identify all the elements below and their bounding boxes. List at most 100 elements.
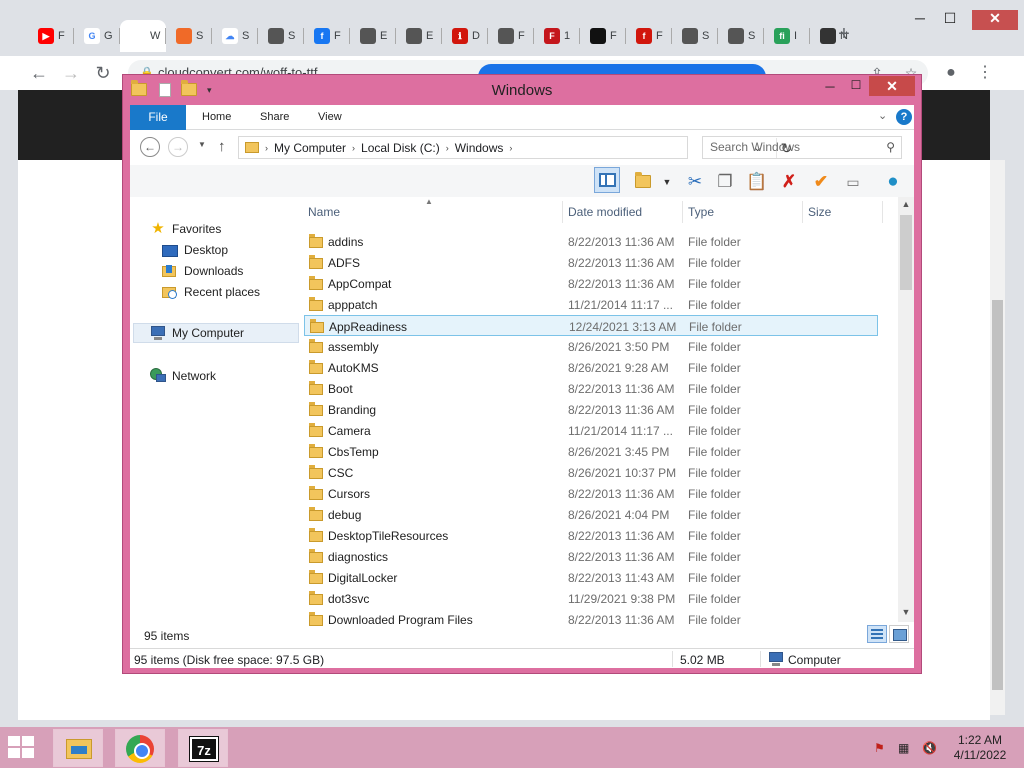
taskbar-clock[interactable]: 1:22 AM 4/11/2022 — [948, 733, 1012, 763]
forward-icon[interactable]: → — [58, 60, 84, 86]
copy-icon[interactable]: ❐ — [712, 169, 738, 195]
nav-favorites[interactable]: ★ Favorites — [150, 219, 221, 239]
browser-tab[interactable]: fF — [626, 20, 672, 52]
browser-tab[interactable]: E — [396, 20, 442, 52]
nav-downloads[interactable]: Downloads — [162, 261, 243, 281]
forward-button[interactable]: → — [168, 137, 188, 157]
file-row[interactable]: Branding 8/22/2013 11:36 AM File folder — [304, 399, 878, 420]
chrome-minimize-button[interactable]: ─ — [905, 10, 935, 30]
folder-options-icon[interactable] — [630, 169, 656, 195]
recent-locations-icon[interactable]: ▼ — [198, 140, 206, 149]
file-row[interactable]: ADFS 8/22/2013 11:36 AM File folder — [304, 252, 878, 273]
file-row[interactable]: Camera 11/21/2014 11:17 ... File folder — [304, 420, 878, 441]
close-button[interactable]: ✕ — [869, 76, 915, 96]
file-list-scrollbar[interactable]: ▲ ▼ — [898, 197, 914, 622]
breadcrumb-my-computer[interactable]: My Computer — [274, 141, 346, 155]
file-row[interactable]: dot3svc 11/29/2021 9:38 PM File folder — [304, 588, 878, 609]
globe-icon[interactable]: ● — [880, 169, 906, 195]
details-view-icon[interactable] — [867, 625, 887, 643]
action-center-flag-icon[interactable]: ⚑ — [874, 741, 885, 755]
tab-share[interactable]: Share — [260, 105, 289, 130]
start-button[interactable] — [8, 736, 36, 760]
preview-pane-icon[interactable] — [594, 167, 620, 193]
column-divider[interactable] — [562, 201, 563, 223]
taskbar-file-explorer[interactable] — [53, 729, 103, 767]
browser-tab[interactable]: ▶ F — [28, 20, 74, 52]
file-row[interactable]: apppatch 11/21/2014 11:17 ... File folder — [304, 294, 878, 315]
column-type[interactable]: Type — [688, 205, 714, 219]
browser-tab[interactable]: GG — [74, 20, 120, 52]
page-scrollbar[interactable] — [990, 160, 1005, 715]
file-row[interactable]: debug 8/26/2021 4:04 PM File folder — [304, 504, 878, 525]
column-size[interactable]: Size — [808, 205, 831, 219]
menu-icon[interactable]: ⋮ — [972, 60, 998, 86]
file-row[interactable]: CSC 8/26/2021 10:37 PM File folder — [304, 462, 878, 483]
breadcrumb-chevron-icon[interactable]: › — [265, 143, 268, 153]
breadcrumb-chevron-icon[interactable]: › — [509, 143, 512, 153]
browser-tab[interactable]: E — [350, 20, 396, 52]
up-button[interactable]: ↑ — [218, 138, 226, 155]
large-icons-view-icon[interactable] — [889, 625, 909, 643]
file-row[interactable]: AutoKMS 8/26/2021 9:28 AM File folder — [304, 357, 878, 378]
browser-tab[interactable]: ☁ S — [212, 20, 258, 52]
delete-icon[interactable]: ✗ — [776, 169, 802, 195]
browser-tab[interactable]: S — [672, 20, 718, 52]
tab-view[interactable]: View — [318, 105, 342, 130]
column-divider[interactable] — [682, 201, 683, 223]
browser-tab[interactable]: F — [580, 20, 626, 52]
breadcrumb-chevron-icon[interactable]: › — [352, 143, 355, 153]
explorer-titlebar[interactable]: ▾ Windows ─ ☐ ✕ — [123, 75, 921, 105]
rename-icon[interactable]: ▭ — [840, 169, 866, 195]
file-list-scrollbar-thumb[interactable] — [900, 215, 912, 290]
nav-recent-places[interactable]: Recent places — [162, 282, 260, 302]
file-row[interactable]: Boot 8/22/2013 11:36 AM File folder — [304, 378, 878, 399]
file-row[interactable]: Downloaded Program Files 8/22/2013 11:36 … — [304, 609, 878, 630]
chrome-maximize-button[interactable]: ☐ — [935, 10, 965, 30]
column-divider[interactable] — [882, 201, 883, 223]
chrome-close-button[interactable]: ✕ — [972, 10, 1018, 30]
taskbar-chrome[interactable] — [115, 729, 165, 767]
explorer-address-bar[interactable]: › My Computer › Local Disk (C:) › Window… — [238, 136, 792, 159]
reload-icon[interactable]: ↻ — [90, 60, 116, 86]
breadcrumb-local-disk[interactable]: Local Disk (C:) — [361, 141, 440, 155]
cut-icon[interactable]: ✂ — [682, 169, 708, 195]
browser-tab[interactable]: F1 — [534, 20, 580, 52]
file-row[interactable]: AppCompat 8/22/2013 11:36 AM File folder — [304, 273, 878, 294]
file-row[interactable]: CbsTemp 8/26/2021 3:45 PM File folder — [304, 441, 878, 462]
tab-home[interactable]: Home — [202, 105, 231, 130]
page-scrollbar-thumb[interactable] — [992, 300, 1003, 690]
browser-tab[interactable]: S — [258, 20, 304, 52]
nav-desktop[interactable]: Desktop — [162, 240, 228, 260]
back-button[interactable]: ← — [140, 137, 160, 157]
volume-muted-icon[interactable]: 🔇 — [922, 741, 937, 755]
browser-tab[interactable]: fF — [304, 20, 350, 52]
scroll-up-icon[interactable]: ▲ — [898, 199, 914, 209]
search-input[interactable]: Search Windows ⚲ — [702, 136, 902, 159]
paste-icon[interactable]: 📋 — [744, 169, 770, 195]
breadcrumb-windows[interactable]: Windows — [455, 141, 504, 155]
file-row[interactable]: diagnostics 8/22/2013 11:36 AM File folder — [304, 546, 878, 567]
taskbar-7zip[interactable]: 7z — [178, 729, 228, 767]
file-row[interactable]: DigitalLocker 8/22/2013 11:43 AM File fold… — [304, 567, 878, 588]
file-row[interactable]: assembly 8/26/2021 3:50 PM File folder — [304, 336, 878, 357]
nav-network[interactable]: Network — [150, 366, 216, 386]
options-dropdown-icon[interactable]: ▼ — [654, 169, 680, 195]
column-name[interactable]: Name — [308, 205, 340, 219]
file-row[interactable]: addins 8/22/2013 11:36 AM File folder — [304, 231, 878, 252]
browser-tab[interactable]: W✕ — [120, 20, 166, 52]
minimize-button[interactable]: ─ — [817, 79, 843, 97]
maximize-button[interactable]: ☐ — [843, 78, 869, 96]
nav-my-computer[interactable]: My Computer — [133, 323, 299, 343]
column-date-modified[interactable]: Date modified — [568, 205, 642, 219]
check-icon[interactable]: ✔ — [808, 169, 834, 195]
scroll-down-icon[interactable]: ▼ — [898, 607, 914, 617]
network-tray-icon[interactable]: ▦ — [898, 741, 909, 755]
browser-tab[interactable]: S — [166, 20, 212, 52]
profile-icon[interactable]: ● — [938, 60, 964, 86]
breadcrumb-chevron-icon[interactable]: › — [446, 143, 449, 153]
browser-tab[interactable]: F — [488, 20, 534, 52]
file-row[interactable]: DesktopTileResources 8/22/2013 11:36 AM Fi… — [304, 525, 878, 546]
new-tab-button[interactable]: + — [834, 24, 854, 46]
expand-ribbon-icon[interactable]: ⌄ — [878, 109, 887, 122]
browser-tab[interactable]: fi I — [764, 20, 810, 52]
